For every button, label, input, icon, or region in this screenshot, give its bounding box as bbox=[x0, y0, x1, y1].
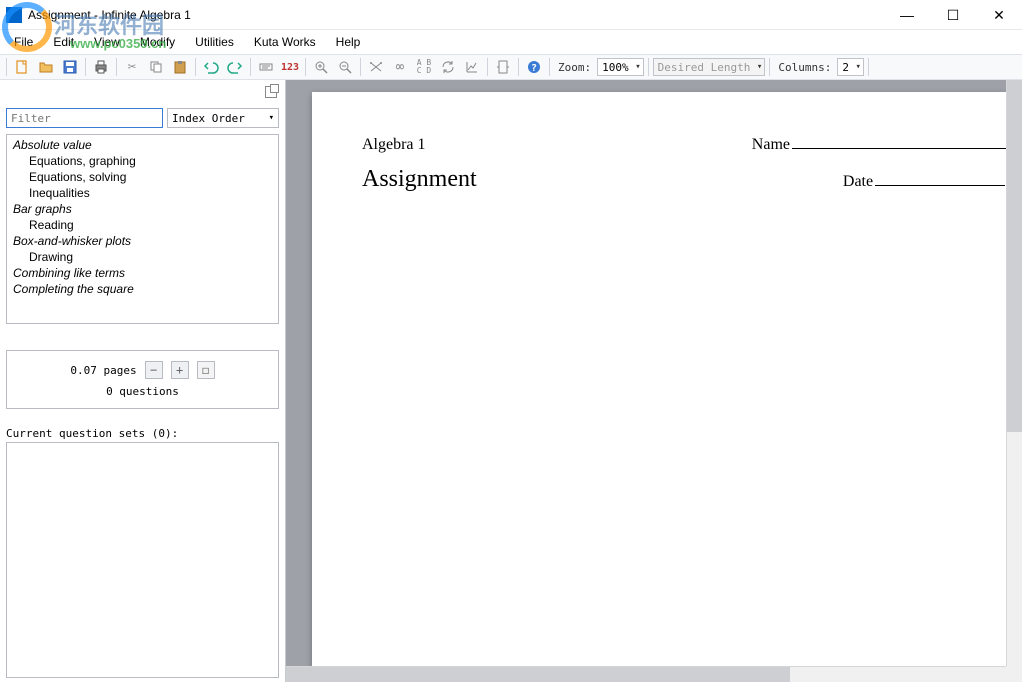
topic-category[interactable]: Absolute value bbox=[7, 137, 278, 153]
menu-kuta-works[interactable]: Kuta Works bbox=[244, 32, 326, 52]
spacing-icon[interactable] bbox=[492, 56, 514, 78]
redo-icon[interactable] bbox=[224, 56, 246, 78]
assignment-title: Assignment bbox=[362, 166, 477, 193]
cut-icon[interactable]: ✂ bbox=[121, 56, 143, 78]
print-icon[interactable] bbox=[90, 56, 112, 78]
columns-select[interactable]: 2 bbox=[837, 58, 864, 76]
window-title: Assignment - Infinite Algebra 1 bbox=[28, 8, 884, 22]
close-button[interactable]: ✕ bbox=[976, 0, 1022, 30]
menu-file[interactable]: File bbox=[4, 32, 43, 52]
filter-input[interactable] bbox=[6, 108, 163, 128]
directions-icon[interactable] bbox=[255, 56, 277, 78]
topic-item[interactable]: Drawing bbox=[7, 249, 278, 265]
topic-item[interactable]: Equations, solving bbox=[7, 169, 278, 185]
undo-icon[interactable] bbox=[200, 56, 222, 78]
vertical-scrollbar[interactable] bbox=[1006, 80, 1022, 666]
copy-icon[interactable] bbox=[145, 56, 167, 78]
minimize-button[interactable]: — bbox=[884, 0, 930, 30]
menu-utilities[interactable]: Utilities bbox=[185, 32, 244, 52]
infinity-icon[interactable]: ∞ bbox=[389, 56, 411, 78]
topic-category[interactable]: Box-and-whisker plots bbox=[7, 233, 278, 249]
menu-edit[interactable]: Edit bbox=[43, 32, 84, 52]
document-page[interactable]: Algebra 1 Name Assignment Date F bbox=[312, 92, 1022, 682]
help-icon[interactable]: ? bbox=[523, 56, 545, 78]
menu-view[interactable]: View bbox=[84, 32, 130, 52]
name-field: Name bbox=[752, 136, 1022, 154]
open-icon[interactable] bbox=[35, 56, 57, 78]
question-sets-label: Current question sets (0): bbox=[6, 427, 279, 440]
topic-category[interactable]: Completing the square bbox=[7, 281, 278, 297]
topic-item[interactable]: Reading bbox=[7, 217, 278, 233]
regenerate-icon[interactable] bbox=[437, 56, 459, 78]
course-label: Algebra 1 bbox=[362, 136, 426, 154]
topic-item[interactable]: Inequalities bbox=[7, 185, 278, 201]
dock-icon[interactable] bbox=[265, 86, 277, 98]
graph-icon[interactable] bbox=[461, 56, 483, 78]
menu-modify[interactable]: Modify bbox=[130, 32, 185, 52]
document-area: Algebra 1 Name Assignment Date F bbox=[286, 80, 1022, 682]
date-field: Date F bbox=[843, 173, 1022, 191]
topic-list[interactable]: Absolute value Equations, graphing Equat… bbox=[6, 134, 279, 324]
menubar: File Edit View Modify Utilities Kuta Wor… bbox=[0, 30, 1022, 54]
app-icon bbox=[6, 7, 22, 23]
new-icon[interactable] bbox=[11, 56, 33, 78]
menu-help[interactable]: Help bbox=[326, 32, 371, 52]
pages-count: 0.07 pages bbox=[70, 364, 136, 377]
horizontal-scrollbar[interactable] bbox=[286, 666, 1006, 682]
zoom-select[interactable]: 100% bbox=[597, 58, 644, 76]
save-icon[interactable] bbox=[59, 56, 81, 78]
decrease-button[interactable]: − bbox=[145, 361, 163, 379]
paste-icon[interactable] bbox=[169, 56, 191, 78]
zoom-label: Zoom: bbox=[554, 61, 595, 74]
maximize-button[interactable]: ☐ bbox=[930, 0, 976, 30]
questions-count: 0 questions bbox=[15, 385, 270, 398]
index-order-select[interactable]: Index Order bbox=[167, 108, 279, 128]
scramble-icon[interactable] bbox=[365, 56, 387, 78]
zoom-in-icon[interactable] bbox=[310, 56, 332, 78]
toolbar: ✂ 123 ∞ A BC D ? Zoom: 100% Desired Leng… bbox=[0, 54, 1022, 80]
zoom-out-icon[interactable] bbox=[334, 56, 356, 78]
sidebar: Index Order Absolute value Equations, gr… bbox=[0, 80, 286, 682]
numbering-icon[interactable]: 123 bbox=[279, 56, 301, 78]
choices-icon[interactable]: A BC D bbox=[413, 56, 435, 78]
scroll-corner bbox=[1006, 666, 1022, 682]
topic-category[interactable]: Bar graphs bbox=[7, 201, 278, 217]
desired-length-select[interactable]: Desired Length bbox=[653, 58, 766, 76]
increase-button[interactable]: + bbox=[171, 361, 189, 379]
columns-label: Columns: bbox=[774, 61, 835, 74]
question-sets-list[interactable] bbox=[6, 442, 279, 678]
topic-item[interactable]: Equations, graphing bbox=[7, 153, 278, 169]
stop-button[interactable]: ◻ bbox=[197, 361, 215, 379]
titlebar: Assignment - Infinite Algebra 1 — ☐ ✕ bbox=[0, 0, 1022, 30]
svg-text:?: ? bbox=[531, 63, 537, 74]
topic-category[interactable]: Combining like terms bbox=[7, 265, 278, 281]
stats-panel: 0.07 pages − + ◻ 0 questions bbox=[6, 350, 279, 409]
